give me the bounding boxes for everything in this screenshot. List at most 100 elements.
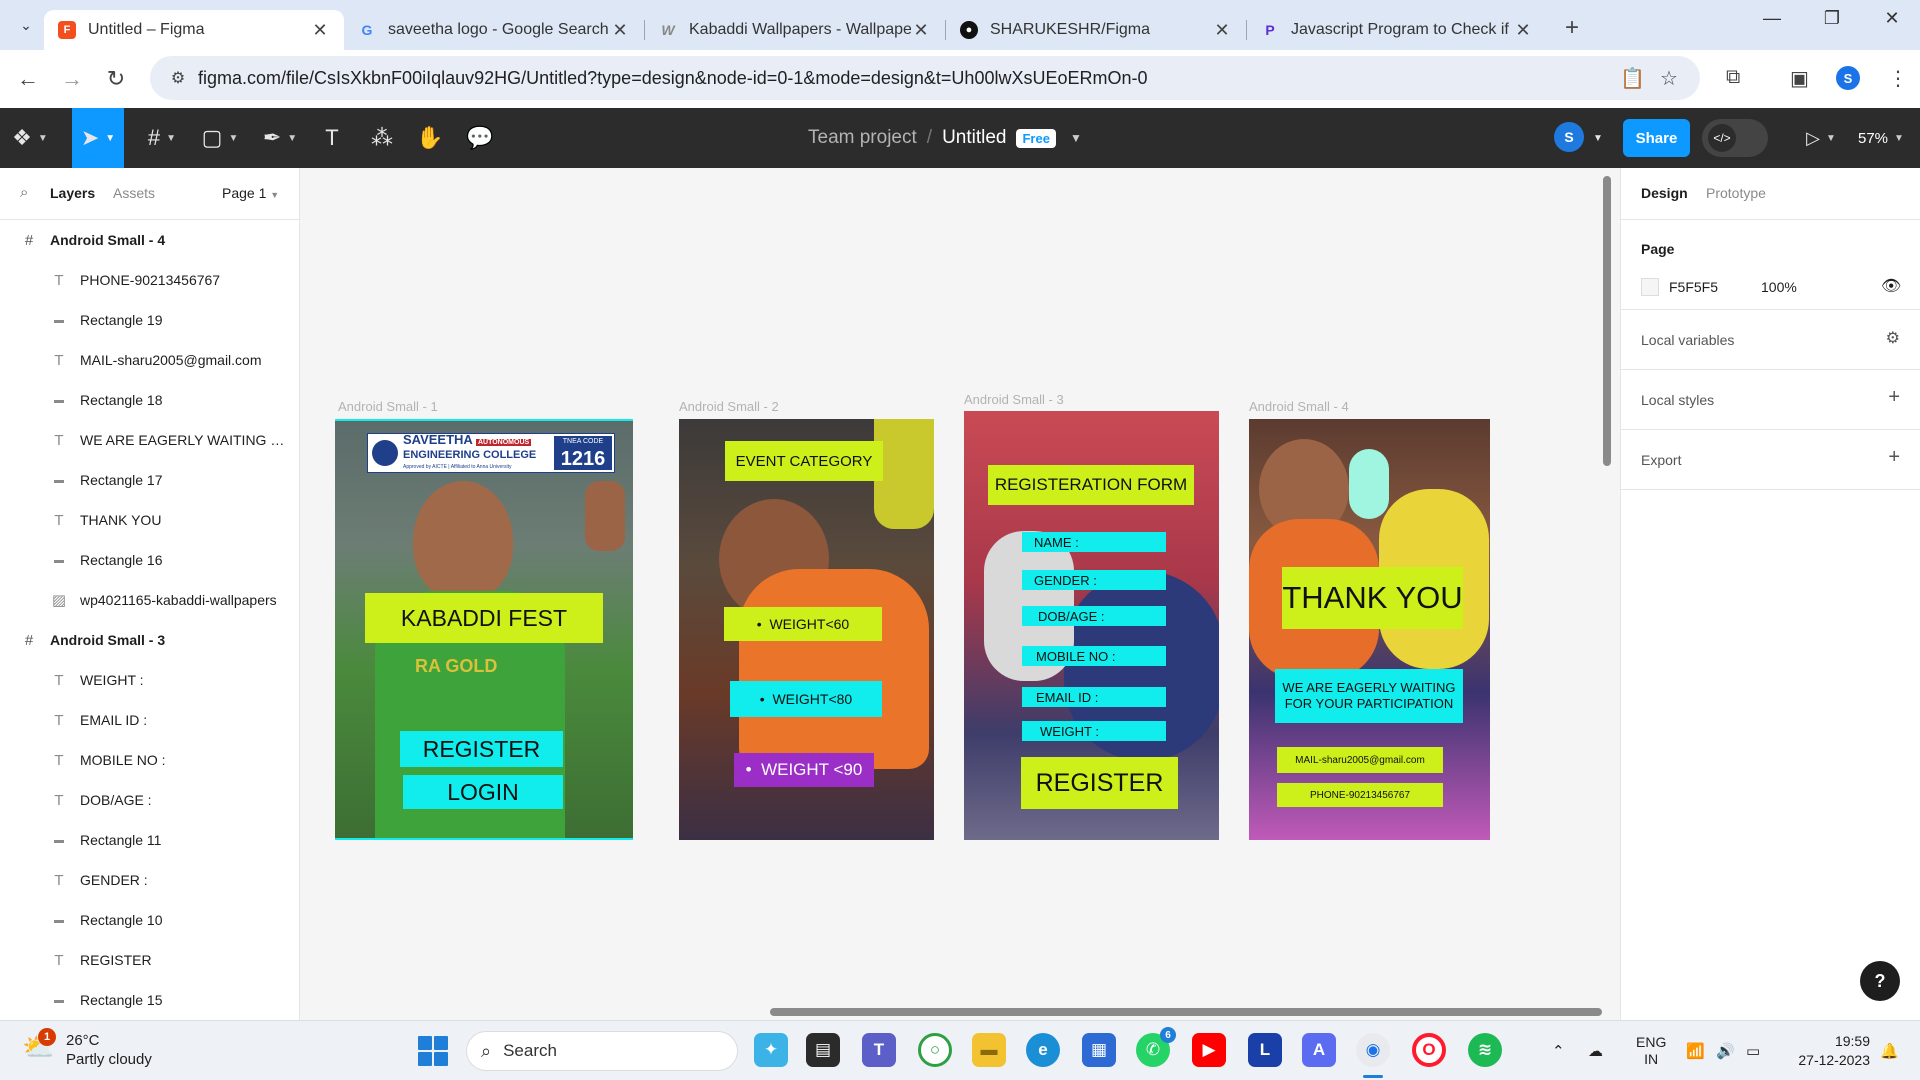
vertical-scrollbar[interactable] [1603, 176, 1611, 466]
register-submit-button[interactable]: REGISTER [1021, 757, 1178, 809]
frame-label[interactable]: Android Small - 1 [338, 399, 438, 414]
weight-90-option[interactable]: • WEIGHT <90 [734, 753, 874, 787]
artboard-android-small-3[interactable]: REGISTERATION FORM NAME : GENDER : DOB/A… [964, 411, 1219, 840]
system-clock[interactable]: 19:59 27-12-2023 [1786, 1032, 1870, 1070]
page-color-value[interactable]: F5F5F5 [1669, 279, 1718, 295]
hand-tool[interactable]: ✋ [410, 108, 450, 168]
page-color-swatch[interactable] [1641, 278, 1659, 296]
mobile-no-field[interactable]: MOBILE NO : [1022, 646, 1166, 666]
plus-icon[interactable]: + [1888, 446, 1900, 469]
chevron-down-icon[interactable]: ▼ [1588, 108, 1608, 168]
chrome-icon[interactable]: ◉ [1356, 1033, 1390, 1067]
language-indicator[interactable]: ENG IN [1636, 1021, 1666, 1080]
layer-row[interactable]: T MAIL-sharu2005@gmail.com [0, 340, 299, 380]
horizontal-scrollbar[interactable] [770, 1008, 1602, 1016]
weather-widget[interactable]: ⛅ 1 26°C Partly cloudy [22, 1028, 152, 1069]
layer-row[interactable]: T REGISTER [0, 940, 299, 980]
notification-bell-icon[interactable]: 🔔 [1880, 1021, 1899, 1080]
volume-icon[interactable]: 🔊 [1716, 1021, 1735, 1080]
artboard-android-small-4[interactable]: THANK YOU WE ARE EAGERLY WAITING FOR YOU… [1249, 419, 1490, 840]
layer-row[interactable]: T WEIGHT : [0, 660, 299, 700]
page-selector[interactable]: Page 1 ▼ [222, 185, 279, 201]
tab-programiz[interactable]: P Javascript Program to Check if a ✕ [1247, 10, 1547, 50]
team-name[interactable]: Team project [808, 127, 917, 149]
tab-design[interactable]: Design [1641, 185, 1688, 201]
task-view-icon[interactable]: ▤ [806, 1033, 840, 1067]
layer-frame-row[interactable]: # Android Small - 4 [0, 220, 299, 260]
tab-prototype[interactable]: Prototype [1706, 185, 1766, 201]
text-tool[interactable]: T [314, 108, 350, 168]
tab-github[interactable]: ● SHARUKESHR/Figma ✕ [946, 10, 1246, 50]
tab-kabaddi-wallpapers[interactable]: W Kabaddi Wallpapers - Wallpaper ✕ [645, 10, 945, 50]
profile-avatar[interactable]: S [1836, 66, 1860, 90]
plus-icon[interactable]: + [1888, 386, 1900, 409]
file-name[interactable]: Untitled [942, 127, 1006, 149]
artboard-android-small-1[interactable]: SAVEETHA AUTONOMOUS ENGINEERING COLLEGE … [335, 419, 633, 840]
frame-label[interactable]: Android Small - 3 [964, 392, 1064, 407]
side-panel-icon[interactable]: ▣ [1790, 66, 1809, 91]
sliders-icon[interactable]: ⚙ [1886, 328, 1900, 348]
page-opacity-value[interactable]: 100% [1761, 279, 1797, 295]
weight-80-option[interactable]: • WEIGHT<80 [730, 681, 882, 717]
layer-row[interactable]: ▨ wp4021165-kabaddi-wallpapers [0, 580, 299, 620]
frame-tool[interactable]: # ▼ [138, 108, 186, 168]
loop-app-icon[interactable]: ○ [918, 1033, 952, 1067]
layer-row[interactable]: ▬ Rectangle 17 [0, 460, 299, 500]
contact-mail[interactable]: MAIL-sharu2005@gmail.com [1277, 747, 1443, 773]
resources-tool[interactable]: ⁂ [362, 108, 402, 168]
export-label[interactable]: Export [1641, 452, 1681, 468]
layer-row[interactable]: ▬ Rectangle 16 [0, 540, 299, 580]
layer-row[interactable]: ▬ Rectangle 10 [0, 900, 299, 940]
help-button[interactable]: ? [1860, 961, 1900, 1001]
tab-assets[interactable]: Assets [113, 185, 155, 201]
restore-icon[interactable]: ❐ [1812, 8, 1852, 29]
tab-google-search[interactable]: G saveetha logo - Google Search ✕ [344, 10, 644, 50]
file-explorer-icon[interactable]: ▬ [972, 1033, 1006, 1067]
layer-row[interactable]: T PHONE-90213456767 [0, 260, 299, 300]
local-styles-section[interactable]: Local styles + [1621, 370, 1920, 430]
figma-main-menu[interactable]: ❖ ▼ [6, 108, 54, 168]
new-tab-button[interactable]: + [1565, 14, 1579, 42]
move-tool[interactable]: ➤ ▼ [72, 108, 124, 168]
contact-phone[interactable]: PHONE-90213456767 [1277, 783, 1443, 807]
layer-row[interactable]: ▬ Rectangle 11 [0, 820, 299, 860]
back-arrow-icon[interactable]: ← [6, 66, 50, 92]
start-button[interactable] [418, 1036, 448, 1066]
wifi-icon[interactable]: 📶 [1686, 1021, 1705, 1080]
layer-row[interactable]: T GENDER : [0, 860, 299, 900]
local-variables-section[interactable]: Local variables ⚙ [1621, 310, 1920, 370]
layer-row[interactable]: T WE ARE EAGERLY WAITING FOR YOUR PARTICI… [0, 420, 299, 460]
layer-row[interactable]: T EMAIL ID : [0, 700, 299, 740]
whatsapp-icon[interactable]: ✆ 6 [1136, 1027, 1176, 1067]
pen-tool[interactable]: ✒ ▼ [256, 108, 304, 168]
site-settings-icon[interactable]: ⚙ [158, 68, 198, 88]
layer-row[interactable]: ▬ Rectangle 19 [0, 300, 299, 340]
layer-row[interactable]: T MOBILE NO : [0, 740, 299, 780]
eye-visibility-icon[interactable]: 👁 [1881, 276, 1901, 296]
event-category-label[interactable]: EVENT CATEGORY [725, 441, 883, 481]
layer-row[interactable]: T THANK YOU [0, 500, 299, 540]
dob-age-field[interactable]: DOB/AGE : [1022, 606, 1166, 626]
local-variables-label[interactable]: Local variables [1641, 332, 1734, 348]
artboard-android-small-2[interactable]: EVENT CATEGORY • WEIGHT<60 • WEIGHT<80 •… [679, 419, 934, 840]
frame-label[interactable]: Android Small - 2 [679, 399, 779, 414]
spotify-icon[interactable]: ≋ [1468, 1033, 1502, 1067]
onedrive-icon[interactable]: ☁ [1588, 1021, 1603, 1080]
chevron-up-icon[interactable]: ⌃ [1552, 1021, 1565, 1080]
edge-browser-icon[interactable]: e [1026, 1033, 1060, 1067]
bookmark-star-icon[interactable]: ☆ [1660, 66, 1678, 91]
login-button[interactable]: LOGIN [403, 775, 563, 809]
export-section[interactable]: Export + [1621, 430, 1920, 490]
share-button[interactable]: Share [1623, 119, 1690, 157]
microsoft-store-icon[interactable]: ▦ [1082, 1033, 1116, 1067]
gender-field[interactable]: GENDER : [1022, 570, 1166, 590]
shape-tool[interactable]: ▢ ▼ [196, 108, 244, 168]
weight-60-option[interactable]: • WEIGHT<60 [724, 607, 882, 641]
l-app-icon[interactable]: L [1248, 1033, 1282, 1067]
clipboard-icon[interactable]: 📋 [1620, 66, 1645, 91]
browser-menu-icon[interactable]: ⋮ [1888, 66, 1908, 91]
close-icon[interactable]: ✕ [1513, 20, 1533, 41]
youtube-icon[interactable]: ▶ [1192, 1033, 1226, 1067]
email-id-field[interactable]: EMAIL ID : [1022, 687, 1166, 707]
layer-row[interactable]: ▬ Rectangle 18 [0, 380, 299, 420]
